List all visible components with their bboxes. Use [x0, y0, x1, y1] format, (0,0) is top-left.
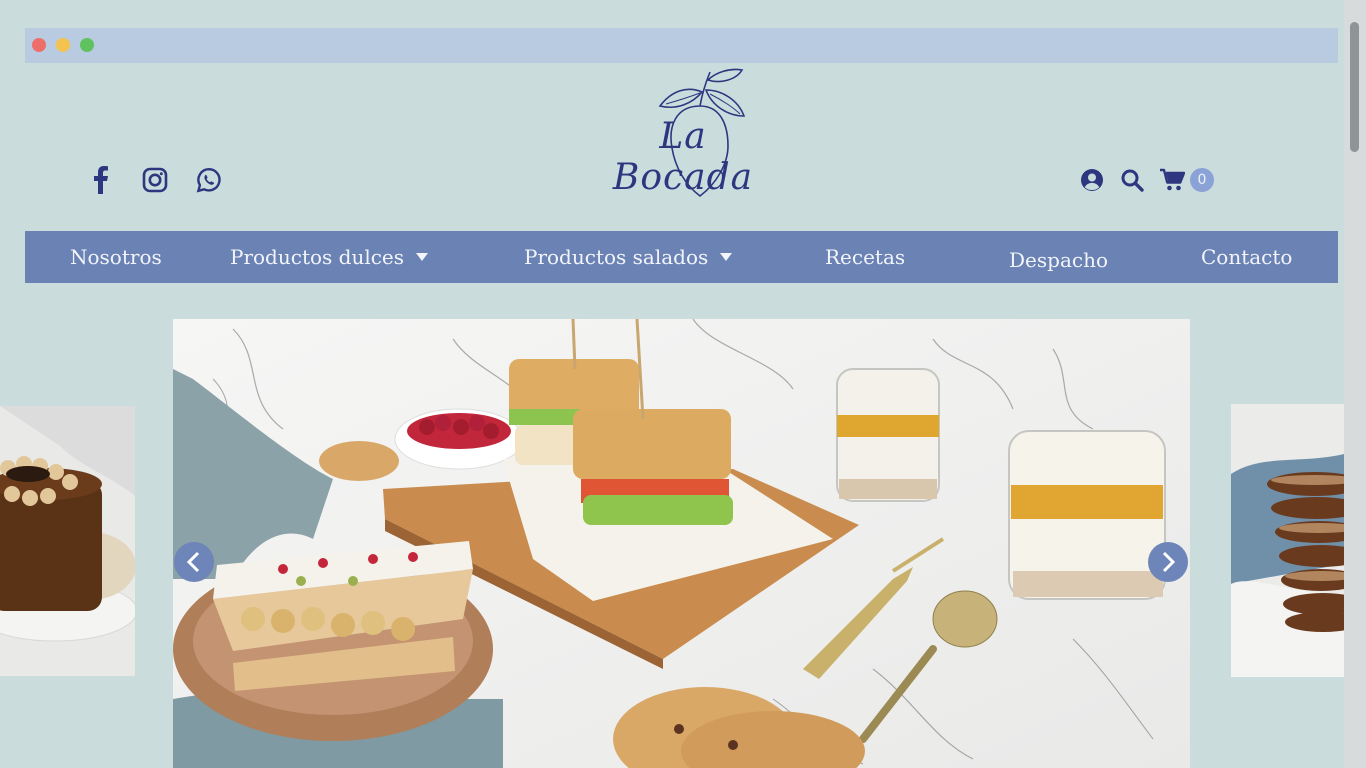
- nav-item-label: Productos dulces: [230, 245, 405, 269]
- nav-item-despacho[interactable]: Despacho: [1009, 234, 1108, 286]
- browser-toolbar: [25, 28, 1338, 63]
- nav-item-nosotros[interactable]: Nosotros: [70, 231, 162, 283]
- brand-wordmark: La Bocada: [612, 116, 754, 198]
- user-circle-icon[interactable]: [1078, 166, 1106, 194]
- minimize-window-button[interactable]: [56, 38, 70, 52]
- carousel-next-button[interactable]: [1148, 542, 1188, 582]
- facebook-icon[interactable]: [84, 165, 118, 195]
- whatsapp-icon[interactable]: [192, 165, 226, 195]
- nav-item-productos-dulces[interactable]: Productos dulces: [230, 231, 429, 283]
- nav-item-label: Productos salados: [524, 245, 709, 269]
- carousel-next-slide[interactable]: [1231, 404, 1344, 677]
- scrollbar-thumb[interactable]: [1350, 22, 1359, 152]
- nav-item-label: Despacho: [1009, 248, 1108, 272]
- maximize-window-button[interactable]: [80, 38, 94, 52]
- cart-icon[interactable]: [1158, 166, 1186, 194]
- carousel-prev-button[interactable]: [174, 542, 214, 582]
- social-links: [84, 165, 226, 195]
- nav-item-recetas[interactable]: Recetas: [825, 231, 905, 283]
- nav-item-contacto[interactable]: Contacto: [1201, 231, 1292, 283]
- instagram-icon[interactable]: [138, 165, 172, 195]
- search-icon[interactable]: [1118, 166, 1146, 194]
- carousel-prev-slide[interactable]: [0, 406, 135, 676]
- brand-logo[interactable]: La Bocada: [588, 66, 778, 201]
- nav-item-label: Contacto: [1201, 245, 1293, 269]
- nav-item-productos-salados[interactable]: Productos salados: [524, 231, 733, 283]
- food-photo: [173, 319, 1190, 768]
- close-window-button[interactable]: [32, 38, 46, 52]
- nav-item-label: Nosotros: [70, 245, 162, 269]
- cart-count-badge: 0: [1190, 168, 1214, 192]
- caret-down-icon: [416, 253, 429, 261]
- carousel-main-slide: [173, 319, 1190, 768]
- main-navigation: Nosotros Productos dulces Productos sala…: [25, 231, 1338, 283]
- page-scrollbar[interactable]: [1344, 0, 1366, 768]
- nav-item-label: Recetas: [825, 245, 906, 269]
- caret-down-icon: [720, 253, 733, 261]
- header-actions: 0: [1078, 166, 1214, 194]
